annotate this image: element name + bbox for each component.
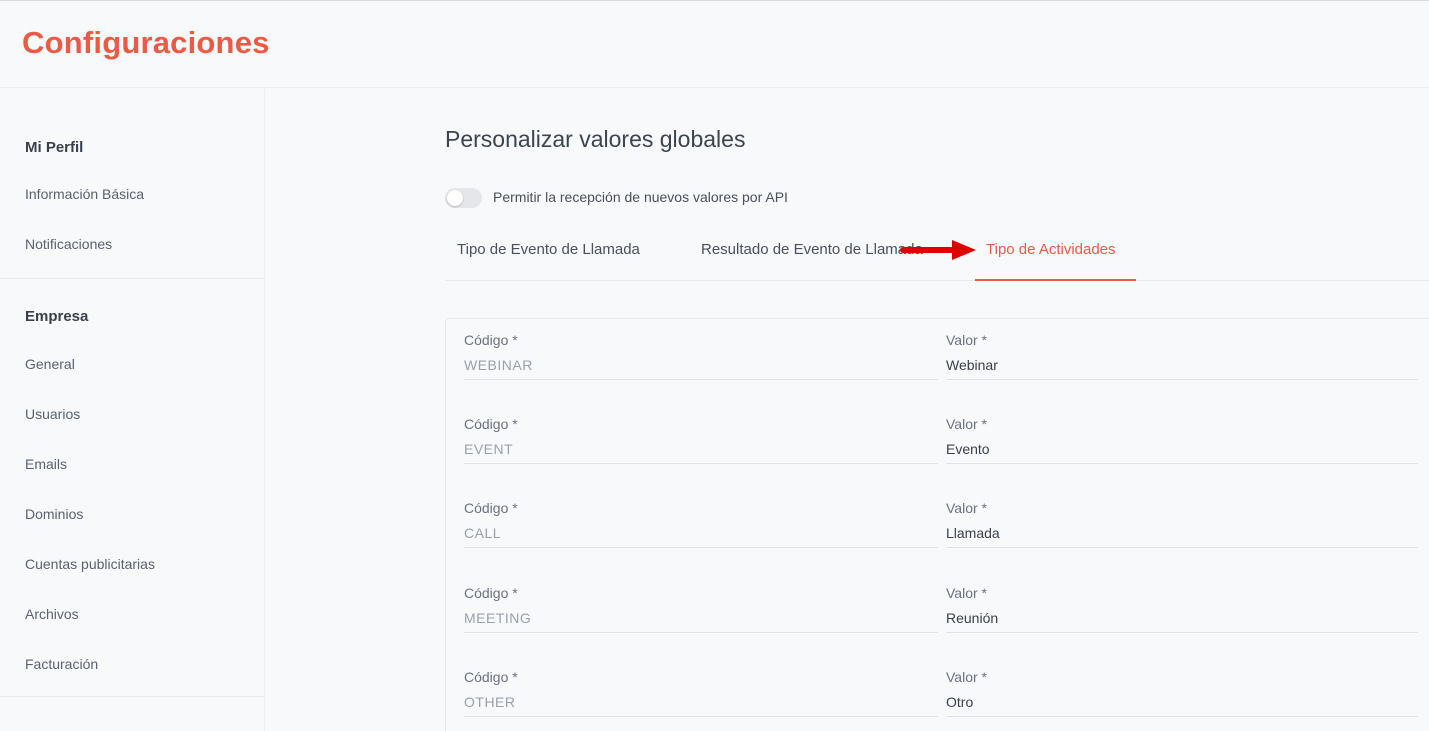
toggle-knob	[447, 190, 463, 206]
sidebar-item-archivos[interactable]: Archivos	[25, 606, 79, 622]
sidebar-item-cuentas-publicitarias[interactable]: Cuentas publicitarias	[25, 556, 155, 572]
code-input[interactable]	[464, 357, 934, 373]
main-content: Personalizar valores globales Permitir l…	[266, 89, 1429, 731]
sidebar-item-dominios[interactable]: Dominios	[25, 506, 83, 522]
value-input-underline	[946, 379, 1418, 380]
settings-sidebar: Mi Perfil Información Básica Notificacio…	[0, 89, 265, 731]
sidebar-divider	[0, 696, 264, 697]
code-input-underline	[464, 463, 938, 464]
sidebar-item-informacion-basica[interactable]: Información Básica	[25, 186, 144, 202]
page-title: Configuraciones	[22, 25, 270, 60]
code-field-label: Código *	[464, 585, 518, 601]
sidebar-item-facturacion[interactable]: Facturación	[25, 656, 98, 672]
code-input-underline	[464, 547, 938, 548]
sidebar-item-usuarios[interactable]: Usuarios	[25, 406, 80, 422]
value-input-underline	[946, 632, 1418, 633]
value-field-label: Valor *	[946, 500, 987, 516]
value-input[interactable]	[946, 441, 1416, 457]
value-input-underline	[946, 463, 1418, 464]
code-input-underline	[464, 379, 938, 380]
red-arrow-icon	[900, 240, 976, 260]
activity-types-form: Código * Valor * Código * Valor * Código…	[445, 318, 1429, 731]
code-input-underline	[464, 632, 938, 633]
sidebar-section-empresa: Empresa	[25, 308, 89, 325]
code-field-label: Código *	[464, 669, 518, 685]
sidebar-item-emails[interactable]: Emails	[25, 456, 67, 472]
value-field-label: Valor *	[946, 416, 987, 432]
value-field-label: Valor *	[946, 332, 987, 348]
code-input[interactable]	[464, 694, 934, 710]
code-field-label: Código *	[464, 332, 518, 348]
tab-tipo-actividades[interactable]: Tipo de Actividades	[986, 241, 1116, 258]
section-heading: Personalizar valores globales	[445, 126, 746, 152]
value-input-underline	[946, 716, 1418, 717]
code-input-underline	[464, 716, 938, 717]
code-input[interactable]	[464, 525, 934, 541]
value-input-underline	[946, 547, 1418, 548]
active-tab-indicator	[975, 279, 1136, 281]
code-input[interactable]	[464, 441, 934, 457]
value-input[interactable]	[946, 357, 1416, 373]
value-field-label: Valor *	[946, 585, 987, 601]
value-input[interactable]	[946, 694, 1416, 710]
api-values-toggle-label: Permitir la recepción de nuevos valores …	[493, 189, 788, 205]
value-input[interactable]	[946, 610, 1416, 626]
sidebar-item-notificaciones[interactable]: Notificaciones	[25, 236, 112, 252]
value-field-label: Valor *	[946, 669, 987, 685]
sidebar-item-general[interactable]: General	[25, 356, 75, 372]
tab-tipo-evento-llamada[interactable]: Tipo de Evento de Llamada	[457, 241, 640, 258]
api-values-toggle[interactable]	[445, 188, 482, 208]
code-field-label: Código *	[464, 416, 518, 432]
page-header: Configuraciones	[0, 1, 1429, 88]
code-input[interactable]	[464, 610, 934, 626]
code-field-label: Código *	[464, 500, 518, 516]
sidebar-divider	[0, 278, 264, 279]
sidebar-section-mi-perfil: Mi Perfil	[25, 139, 84, 156]
value-input[interactable]	[946, 525, 1416, 541]
